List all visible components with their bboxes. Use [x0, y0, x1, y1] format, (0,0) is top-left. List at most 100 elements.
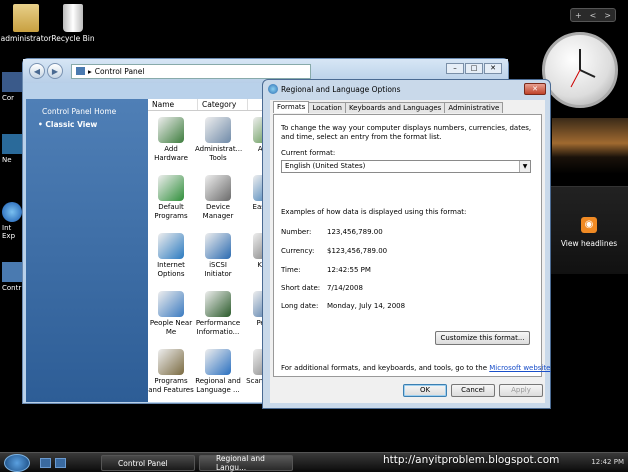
- example-row: Short date: 7/14/2008: [281, 284, 363, 292]
- desktop-icon-label: Recycle Bin: [51, 34, 95, 43]
- forward-arrow-icon[interactable]: ▶: [47, 63, 63, 79]
- regional-icon: [205, 349, 231, 375]
- windows-sidebar: + < > ◉ View headlines: [540, 0, 628, 450]
- examples-label: Examples of how data is displayed using …: [281, 208, 467, 216]
- control-panel-item[interactable]: Add Hardware: [148, 117, 194, 163]
- control-panel-item-label: Performance Informatio...: [195, 319, 241, 336]
- current-format-select[interactable]: English (United States) ▼: [281, 160, 531, 173]
- control-panel-item[interactable]: Default Programs: [148, 175, 194, 221]
- control-panel-item-label: Programs and Features: [148, 377, 194, 394]
- control-panel-item[interactable]: iSCSI Initiator: [195, 233, 241, 279]
- additional-text-end: .: [550, 364, 553, 372]
- taskbar-button-label: Control Panel: [118, 458, 168, 468]
- example-value: 7/14/2008: [327, 284, 363, 292]
- taskbar-button-label: Regional and Langu...: [216, 454, 265, 472]
- control-panel-item[interactable]: Device Manager: [195, 175, 241, 221]
- example-value: 12:42:55 PM: [327, 266, 371, 274]
- default-programs-icon: [158, 175, 184, 201]
- example-row: Long date: Monday, July 14, 2008: [281, 302, 405, 310]
- control-panel-item-label: Device Manager: [202, 203, 234, 220]
- control-panel-item[interactable]: Programs and Features: [148, 349, 194, 395]
- desktop: administrator Recycle Bin Cor Ne Int Exp…: [0, 0, 628, 472]
- example-value: $123,456,789.00: [327, 247, 388, 255]
- internet-options-icon: [158, 233, 184, 259]
- taskbar-button-control-panel[interactable]: Control Panel: [101, 455, 195, 471]
- example-label: Number:: [281, 228, 312, 236]
- column-header-name[interactable]: Name: [148, 99, 198, 110]
- dialog-close-icon[interactable]: ✕: [524, 83, 546, 95]
- maximize-icon[interactable]: □: [465, 63, 483, 74]
- classic-view-link[interactable]: • Classic View: [26, 116, 148, 129]
- sidebar-prev-button[interactable]: <: [590, 11, 597, 20]
- control-panel-item[interactable]: Regional and Language ...: [195, 349, 241, 395]
- example-row: Number: 123,456,789.00: [281, 228, 383, 236]
- example-label: Long date:: [281, 302, 319, 310]
- window-buttons: – □ ✕: [445, 63, 502, 74]
- example-value: 123,456,789.00: [327, 228, 383, 236]
- clock-gadget[interactable]: [542, 32, 618, 108]
- internet-explorer-icon: [2, 202, 22, 222]
- switch-windows-icon[interactable]: [55, 458, 66, 468]
- sidebar-add-gadget-button[interactable]: +: [575, 11, 582, 20]
- network-icon: [2, 134, 22, 154]
- sidebar-controls: + < >: [570, 8, 616, 22]
- dialog-body: Formats Location Keyboards and Languages…: [270, 100, 553, 403]
- dialog-tabs: Formats Location Keyboards and Languages…: [270, 100, 545, 113]
- microsoft-website-link[interactable]: Microsoft website: [489, 364, 550, 372]
- current-format-value: English (United States): [285, 162, 366, 170]
- control-panel-item[interactable]: People Near Me: [148, 291, 194, 337]
- column-header-category[interactable]: Category: [198, 99, 248, 110]
- tab-formats[interactable]: Formats: [273, 101, 310, 113]
- feed-headlines-gadget[interactable]: ◉ View headlines: [550, 186, 628, 274]
- sidebar-next-button[interactable]: >: [604, 11, 611, 20]
- tab-keyboards-and-languages[interactable]: Keyboards and Languages: [344, 102, 446, 113]
- iscsi-icon: [205, 233, 231, 259]
- apply-button[interactable]: Apply: [499, 384, 543, 397]
- taskbar-button-regional[interactable]: Regional and Langu...: [199, 454, 293, 472]
- control-panel-item-label: Default Programs: [154, 203, 188, 220]
- tab-location[interactable]: Location: [308, 102, 346, 113]
- control-panel-item[interactable]: Administrat... Tools: [195, 117, 243, 163]
- control-panel-item-label: Add Hardware: [154, 145, 188, 162]
- example-row: Currency: $123,456,789.00: [281, 247, 387, 255]
- tab-administrative[interactable]: Administrative: [444, 102, 504, 113]
- chevron-down-icon: ▼: [519, 161, 530, 172]
- ok-button[interactable]: OK: [403, 384, 447, 397]
- back-arrow-icon[interactable]: ◀: [29, 63, 45, 79]
- cancel-button[interactable]: Cancel: [451, 384, 495, 397]
- customize-format-button[interactable]: Customize this format...: [435, 331, 530, 345]
- show-desktop-icon[interactable]: [40, 458, 51, 468]
- classic-view-label: Classic View: [45, 120, 98, 129]
- regional-language-dialog: Regional and Language Options ✕ Formats …: [262, 79, 553, 409]
- feed-headlines-label: View headlines: [560, 239, 618, 248]
- breadcrumb: Control Panel: [94, 66, 145, 76]
- task-pane: Control Panel Home • Classic View: [26, 99, 148, 402]
- minimize-icon[interactable]: –: [446, 63, 464, 74]
- tray-clock[interactable]: 12:42 PM: [591, 458, 624, 466]
- example-value: Monday, July 14, 2008: [327, 302, 406, 310]
- recycle-bin-icon: [63, 4, 83, 32]
- clock-face-icon: [570, 49, 596, 88]
- additional-formats-text: For additional formats, and keyboards, a…: [281, 364, 553, 372]
- control-panel-item[interactable]: Performance Informatio...: [195, 291, 241, 337]
- desktop-icon-administrator[interactable]: administrator: [0, 4, 52, 43]
- control-panel-item-label: Internet Options: [157, 261, 185, 278]
- device-manager-icon: [205, 175, 231, 201]
- control-panel-item-label: Administrat... Tools: [195, 145, 243, 162]
- add-hardware-icon: [158, 117, 184, 143]
- user-folder-icon: [13, 4, 39, 32]
- desktop-icon-label: administrator: [0, 34, 52, 43]
- breadcrumb-chevron-icon: ▸: [88, 66, 92, 76]
- example-row: Time: 12:42:55 PM: [281, 266, 371, 274]
- control-panel-item[interactable]: Internet Options: [148, 233, 194, 279]
- people-icon: [158, 291, 184, 317]
- address-bar[interactable]: ▸ Control Panel: [71, 63, 311, 79]
- control-panel-home-link[interactable]: Control Panel Home: [26, 99, 148, 116]
- admin-tools-icon: [205, 117, 231, 143]
- start-button[interactable]: [4, 454, 30, 472]
- close-icon[interactable]: ✕: [484, 63, 502, 74]
- formats-pane: To change the way your computer displays…: [273, 114, 553, 377]
- example-label: Short date:: [281, 284, 321, 292]
- slideshow-gadget[interactable]: [552, 118, 628, 174]
- desktop-icon-recycle-bin[interactable]: Recycle Bin: [47, 4, 99, 43]
